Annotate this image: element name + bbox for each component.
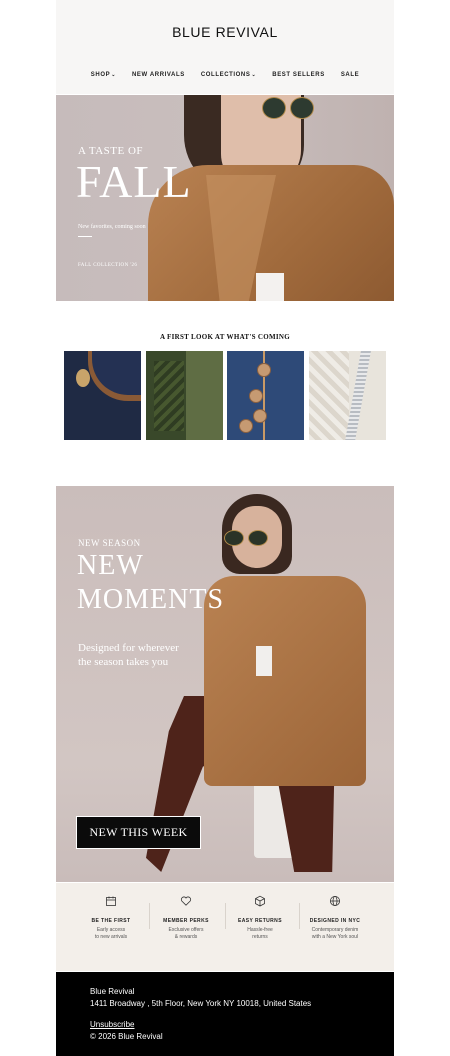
camel-coat-graphic (204, 576, 366, 786)
footer-company: Blue Revival (90, 987, 135, 996)
white-top-graphic (256, 646, 272, 676)
footer-copyright: © 2026 Blue Revival (90, 1032, 163, 1041)
heart-icon (180, 896, 192, 906)
hero-collection-tag: FALL COLLECTION '26 (78, 263, 138, 268)
main-nav: SHOP⌄ NEW ARRIVALS COLLECTIONS⌄ BEST SEL… (56, 72, 394, 78)
first-look-grid (64, 351, 386, 441)
header: BLUE REVIVAL SHOP⌄ NEW ARRIVALS COLLECTI… (56, 0, 394, 94)
hero-title: FALL (76, 156, 192, 207)
perk-line2: returns (252, 934, 268, 940)
perk-title: MEMBER PERKS (163, 918, 209, 924)
nav-item-shop[interactable]: SHOP⌄ (91, 72, 116, 78)
chevron-down-icon: ⌄ (251, 72, 257, 78)
box-icon (255, 895, 265, 907)
perk-be-the-first: BE THE FIRST Early access to new arrival… (72, 895, 150, 941)
hero-kicker: NEW SEASON (78, 538, 141, 548)
nav-item-best-sellers[interactable]: BEST SELLERS (272, 72, 325, 78)
unsubscribe-link[interactable]: Unsubscribe (90, 1020, 134, 1029)
footer: Blue Revival 1411 Broadway , 5th Floor, … (56, 972, 394, 1056)
calendar-icon (106, 896, 116, 906)
nav-item-label: BEST SELLERS (272, 72, 325, 78)
perk-designed-in-nyc: DESIGNED IN NYC Contemporary denim with … (296, 895, 374, 941)
nav-item-label: SHOP (90, 72, 111, 78)
hero-title-line1: NEW (77, 550, 144, 581)
perk-line1: Contemporary denim (311, 927, 359, 933)
tile-green-knit[interactable] (146, 351, 223, 440)
sunglasses-graphic (262, 97, 314, 119)
hero-new-season-banner: NEW SEASON NEW MOMENTS Designed for wher… (56, 486, 394, 882)
brand-logo[interactable]: BLUE REVIVAL (56, 24, 394, 40)
hero-title-line2: MOMENTS (77, 584, 225, 615)
perk-title: BE THE FIRST (91, 918, 131, 924)
perk-line2: with a New York soul (311, 934, 359, 940)
nav-item-collections[interactable]: COLLECTIONS⌄ (201, 72, 256, 78)
perk-title: DESIGNED IN NYC (309, 918, 361, 924)
perk-line1: Early access (96, 927, 126, 933)
perk-line1: Exclusive offers (168, 927, 204, 933)
hero-subtitle-line1: Designed for wherever (78, 642, 179, 654)
perk-line2: to new arrivals (94, 934, 128, 940)
nav-item-label: COLLECTIONS (200, 72, 251, 78)
perk-line2: & rewards (174, 934, 198, 940)
footer-address: 1411 Broadway , 5th Floor, New York NY 1… (90, 999, 312, 1008)
email-container: BLUE REVIVAL SHOP⌄ NEW ARRIVALS COLLECTI… (56, 0, 394, 1056)
perk-easy-returns: EASY RETURNS Hassle-free returns (221, 895, 299, 941)
perk-line1: Hassle-free (247, 927, 273, 933)
hero-subtitle-line2: the season takes you (78, 656, 169, 668)
white-top-graphic (256, 273, 284, 301)
nav-item-new-arrivals[interactable]: NEW ARRIVALS (132, 72, 185, 78)
tile-denim-button[interactable] (64, 351, 141, 440)
hero-subtitle: New favorites, coming soon (78, 224, 146, 230)
nav-item-label: NEW ARRIVALS (131, 72, 185, 78)
new-this-week-button[interactable]: NEW THIS WEEK (76, 816, 201, 849)
perks-bar: BE THE FIRST Early access to new arrival… (56, 883, 394, 971)
first-look-title: A FIRST LOOK AT WHAT'S COMING (160, 333, 290, 341)
tile-denim-buttons[interactable] (227, 351, 304, 440)
nav-item-label: SALE (340, 72, 360, 78)
globe-icon (330, 896, 340, 906)
nav-item-sale[interactable]: SALE (341, 72, 359, 78)
perk-member-perks: MEMBER PERKS Exclusive offers & rewards (147, 895, 225, 941)
chevron-down-icon: ⌄ (111, 72, 116, 78)
tile-cream-knit-zipper[interactable] (309, 351, 386, 440)
perk-title: EASY RETURNS (238, 918, 282, 924)
sunglasses-graphic (224, 530, 280, 546)
hero-divider (78, 236, 92, 237)
hero-fall-banner[interactable]: A TASTE OF FALL New favorites, coming so… (56, 95, 394, 301)
